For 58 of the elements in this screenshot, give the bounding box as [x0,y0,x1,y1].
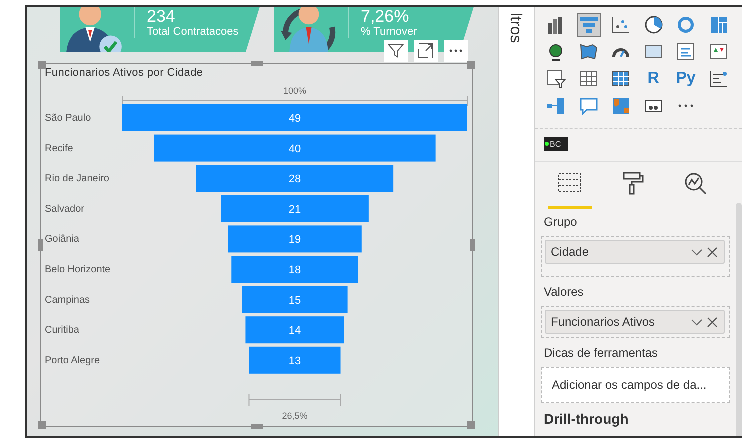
kpi-label: Total Contratacoes [147,26,239,38]
resize-handle[interactable] [38,61,46,69]
value-label: 14 [288,325,302,338]
filters-pane-title[interactable]: ltros [506,13,524,44]
kpi-value: 7,26% [361,8,410,26]
magnifier-chart-icon [683,171,709,195]
percent-label: 100% [283,86,307,96]
category-label: Recife [45,143,74,154]
section-heading: Drill-through [544,411,630,427]
field-name: Cidade [551,245,590,259]
scrollbar[interactable] [736,203,742,436]
kpi-value: 234 [147,8,176,26]
field-pill[interactable]: Funcionarios Ativos [545,310,725,334]
category-label: Porto Alegre [45,355,100,366]
value-label: 15 [288,294,302,307]
field-well[interactable]: Funcionarios Ativos [541,306,730,338]
value-label: 19 [288,234,302,246]
field-pill[interactable]: Cidade [545,240,725,264]
percent-label: 26,5% [282,411,308,421]
resize-handle[interactable] [467,421,475,429]
chart-title: Funcionarios Ativos por Cidade [44,66,204,81]
category-label: Belo Horizonte [45,264,111,276]
well-label: Valores [544,285,585,299]
field-name: Funcionarios Ativos [551,315,656,329]
category-label: Rio de Janeiro [45,174,110,185]
value-label: 18 [288,264,302,276]
filter-icon[interactable] [384,40,408,62]
value-label: 49 [288,113,302,125]
resize-handle[interactable] [470,239,475,251]
category-label: Salvador [45,204,84,215]
value-label: 28 [288,174,302,186]
field-well[interactable]: Adicionar os campos de da... [541,367,730,403]
value-label: 21 [288,204,302,216]
resize-handle[interactable] [250,61,262,66]
more-options-icon[interactable] [444,40,468,62]
category-label: Curitiba [45,325,80,336]
dashed-grid-icon [557,171,583,195]
well-label: Dicas de ferramentas [544,346,660,360]
resize-handle[interactable] [38,239,43,251]
visual-type-button[interactable]: Py [674,67,698,91]
field-well[interactable]: Cidade [541,236,730,277]
well-label: Grupo [544,215,578,229]
kpi-label: % Turnover [361,26,418,38]
resize-handle[interactable] [38,421,46,429]
visual-type-button[interactable]: R [642,67,666,91]
category-label: Goiânia [45,234,80,246]
close-icon[interactable] [707,246,718,258]
drop-zone-placeholder: Adicionar os campos de da... [552,378,707,392]
close-icon[interactable] [707,316,718,328]
category-label: São Paulo [45,113,92,124]
value-label: 13 [288,355,302,368]
funnel-visual-icon[interactable] [576,13,600,37]
resize-handle[interactable] [250,424,262,429]
value-label: 40 [288,143,302,156]
category-label: Campinas [45,294,90,306]
focus-mode-icon[interactable] [414,40,438,62]
resize-handle[interactable] [467,61,475,69]
custom-visual-icon[interactable]: BC [544,137,568,151]
